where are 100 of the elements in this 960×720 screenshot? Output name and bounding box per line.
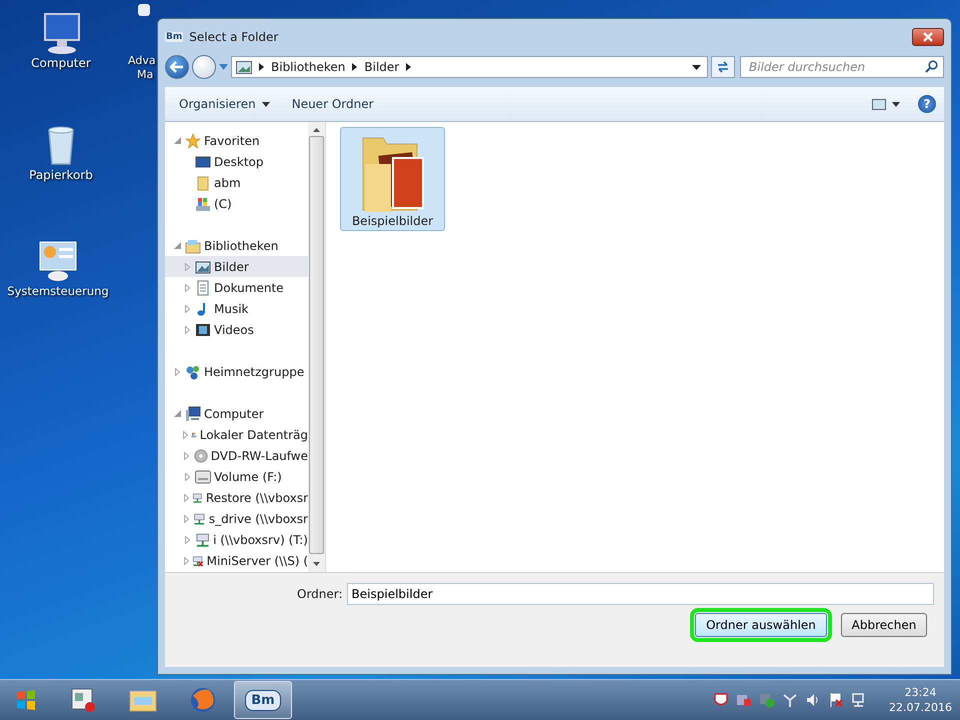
star-icon — [185, 132, 201, 148]
flag-error-icon[interactable] — [828, 692, 844, 708]
tree-item[interactable]: Favoriten — [165, 130, 308, 151]
organize-menu-button[interactable]: Organisieren — [175, 95, 274, 113]
history-dropdown-icon[interactable] — [219, 64, 228, 70]
tree-item[interactable]: Dokumente — [165, 277, 308, 298]
tree-item[interactable]: Musik — [165, 298, 308, 319]
clock[interactable]: 23:24 22.07.2016 — [881, 685, 960, 715]
folder-icon — [195, 174, 211, 190]
scroll-down-icon[interactable] — [313, 562, 320, 566]
desktop-shortcut[interactable]: Systemsteuerung — [6, 236, 110, 298]
tree-item[interactable]: Bilder — [165, 256, 308, 277]
shortcut-label: Papierkorb — [29, 168, 93, 182]
breadcrumb-item[interactable]: Bibliotheken — [271, 60, 346, 74]
tree-item[interactable]: Lokaler Datenträg — [165, 424, 308, 445]
expand-arrow-icon[interactable] — [184, 556, 189, 564]
search-field[interactable]: Bilder durchsuchen — [740, 56, 944, 78]
desktop-shortcut[interactable]: Adva Ma — [128, 4, 156, 82]
window-icon — [69, 687, 97, 713]
expand-arrow-icon[interactable] — [185, 262, 190, 270]
window-title: Select a Folder — [189, 30, 278, 44]
desktop-shortcut[interactable]: Computer — [9, 8, 113, 70]
expand-arrow-icon[interactable] — [185, 326, 190, 334]
computer-icon — [185, 406, 201, 422]
back-button[interactable] — [165, 55, 189, 79]
tree-item[interactable]: Restore (\\vboxsr — [165, 487, 308, 508]
expand-arrow-icon[interactable] — [183, 430, 188, 438]
tree-item[interactable]: (C) — [165, 193, 308, 214]
tree-item[interactable]: DVD-RW-Laufwe — [165, 445, 308, 466]
tree-item[interactable]: Bibliotheken — [165, 235, 308, 256]
scroll-up-icon[interactable] — [313, 128, 320, 132]
folder-field-label: Ordner: — [297, 587, 343, 601]
folder-name-field[interactable]: Beispielbilder — [346, 583, 934, 605]
homegroup-icon — [185, 364, 201, 380]
picture-icon — [872, 98, 886, 110]
windows-logo-icon — [15, 689, 37, 711]
dvd-icon — [194, 448, 208, 464]
caret-icon — [892, 102, 900, 106]
shortcut-label: Systemsteuerung — [7, 284, 109, 298]
help-button[interactable]: ? — [918, 95, 936, 113]
tree-item[interactable]: abm — [165, 172, 308, 193]
new-folder-button[interactable]: Neuer Ordner — [288, 95, 378, 113]
tree-item[interactable]: MiniServer (\\S) ( — [165, 550, 308, 571]
refresh-arrows-icon — [716, 60, 730, 74]
bm-logo-icon: Bm — [245, 690, 281, 710]
shortcut-label: Computer — [31, 56, 91, 70]
drive-icon — [195, 196, 211, 212]
shortcut-label: Adva — [128, 54, 156, 68]
desktop-shortcut[interactable]: Papierkorb — [9, 120, 113, 182]
tree-item[interactable]: Volume (F:) — [165, 466, 308, 487]
expand-arrow-icon[interactable] — [175, 368, 180, 376]
chevron-right-icon — [259, 63, 264, 71]
tree-item[interactable]: s_drive (\\vboxsr — [165, 508, 308, 529]
tree-item[interactable]: Computer — [165, 403, 308, 424]
breadcrumb-item[interactable]: Bilder — [364, 60, 400, 74]
address-bar[interactable]: Bibliotheken Bilder — [231, 56, 708, 78]
expand-arrow-icon[interactable] — [185, 472, 190, 480]
tree-item[interactable]: Videos — [165, 319, 308, 340]
clock-date: 22.07.2016 — [889, 700, 952, 715]
scrollbar-thumb[interactable] — [309, 136, 324, 554]
chevron-right-icon — [352, 63, 358, 71]
expand-arrow-icon[interactable] — [185, 284, 190, 292]
collapse-arrow-icon[interactable] — [174, 410, 181, 417]
expand-arrow-icon[interactable] — [184, 536, 190, 544]
netdrive-icon — [194, 532, 210, 548]
chevron-right-icon — [406, 63, 412, 71]
expand-arrow-icon[interactable] — [184, 494, 189, 502]
collapse-arrow-icon[interactable] — [174, 137, 181, 144]
tray-tool-icon[interactable] — [782, 692, 798, 708]
tree-item[interactable]: i (\\vboxsrv) (T:) — [165, 529, 308, 550]
document-icon — [195, 280, 211, 296]
caret-icon — [262, 102, 270, 106]
folder-item[interactable]: Beispielbilder — [340, 127, 445, 231]
video-icon — [195, 322, 211, 338]
expand-arrow-icon[interactable] — [184, 452, 190, 460]
globe-fox-icon — [189, 686, 217, 714]
forward-button[interactable] — [192, 55, 216, 79]
arrow-left-icon — [170, 61, 184, 73]
tree-item[interactable]: Desktop — [165, 151, 308, 172]
shortcut-label: Ma — [136, 68, 154, 82]
refresh-button[interactable] — [711, 56, 735, 78]
scrollbar[interactable] — [308, 122, 326, 572]
library-icon — [185, 238, 201, 254]
app-logo-icon: Bm — [165, 32, 184, 42]
cancel-button[interactable]: Abbrechen — [841, 613, 927, 637]
clock-time: 23:24 — [904, 685, 936, 700]
bm-taskbar-button[interactable]: Bm — [234, 681, 292, 719]
close-button[interactable] — [912, 28, 944, 46]
pictures-icon — [195, 258, 211, 274]
expand-arrow-icon[interactable] — [184, 514, 190, 522]
close-icon — [922, 32, 934, 42]
picture-icon — [236, 60, 252, 74]
search-icon — [925, 60, 938, 73]
shield-icon[interactable] — [713, 692, 730, 708]
expand-arrow-icon[interactable] — [185, 304, 190, 312]
dropdown-caret-icon[interactable] — [692, 64, 701, 70]
tree-item[interactable]: Heimnetzgruppe — [165, 361, 308, 382]
collapse-arrow-icon[interactable] — [174, 242, 181, 249]
tray-app-icon[interactable] — [736, 692, 752, 708]
tray-check-icon[interactable] — [759, 692, 776, 708]
